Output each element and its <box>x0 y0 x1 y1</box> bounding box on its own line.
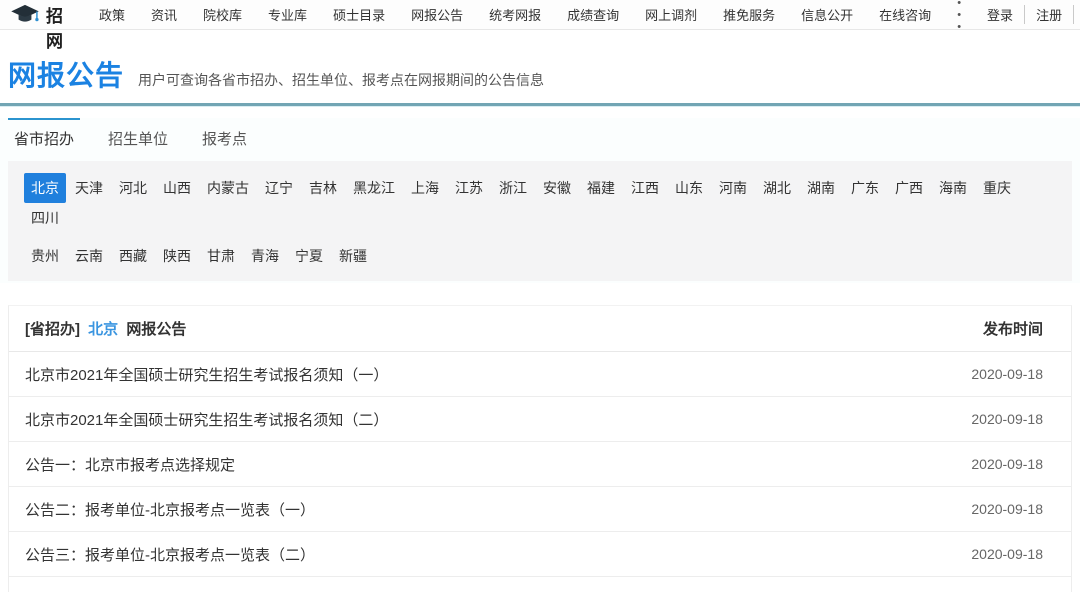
province-row-2: 贵州 云南 西藏 陕西 甘肃 青海 宁夏 新疆 <box>24 241 1056 271</box>
province-row-1: 北京 天津 河北 山西 内蒙古 辽宁 吉林 黑龙江 上海 江苏 浙江 安徽 福建… <box>24 173 1056 233</box>
category-tab[interactable]: 招生单位 <box>102 118 174 159</box>
nav-item[interactable]: 专业库 <box>255 5 320 24</box>
table-row: 公告三：报考单位-北京报考点一览表（二） 2020-09-18 <box>9 532 1071 577</box>
province-item[interactable]: 宁夏 <box>288 241 330 271</box>
nav-item[interactable]: 信息公开 <box>788 5 866 24</box>
province-item[interactable]: 甘肃 <box>200 241 242 271</box>
main-nav: 政策 资讯 院校库 专业库 硕士目录 网报公告 统考网报 成绩查询 网上调剂 推… <box>86 5 944 24</box>
nav-item[interactable]: 在线咨询 <box>866 5 944 24</box>
site-logo[interactable]: 研招网 <box>10 0 64 52</box>
province-item[interactable]: 西藏 <box>112 241 154 271</box>
logo-text: 研招网 <box>46 0 64 51</box>
province-item[interactable]: 贵州 <box>24 241 66 271</box>
announcement-date: 2020-09-18 <box>971 366 1043 382</box>
announcement-date: 2020-09-18 <box>971 456 1043 472</box>
account-links: 登录 注册 帮助中心 <box>976 5 1080 24</box>
page-header: 网报公告 用户可查询各省市招办、招生单位、报考点在网报期间的公告信息 <box>0 30 1080 103</box>
nav-item[interactable]: 网上调剂 <box>632 5 710 24</box>
announcement-table-header: [省招办] 北京 网报公告 发布时间 <box>9 306 1071 352</box>
table-row: 公告二：报考单位-北京报考点一览表（一） 2020-09-18 <box>9 487 1071 532</box>
province-item[interactable]: 天津 <box>68 173 110 203</box>
province-item[interactable]: 新疆 <box>332 241 374 271</box>
province-item[interactable]: 重庆 <box>976 173 1018 203</box>
publish-date-column-header: 发布时间 <box>982 321 1043 338</box>
province-item[interactable]: 广西 <box>888 173 930 203</box>
announcement-table: [省招办] 北京 网报公告 发布时间 北京市2021年全国硕士研究生招生考试报名… <box>8 305 1072 592</box>
province-item[interactable]: 江苏 <box>448 173 490 203</box>
province-item[interactable]: 北京 <box>24 173 66 203</box>
province-item[interactable]: 山西 <box>156 173 198 203</box>
announcement-title-link[interactable]: 北京市2021年全国硕士研究生招生考试报名须知（一） <box>25 364 388 385</box>
announcement-date: 2020-09-18 <box>971 501 1043 517</box>
header-divider <box>0 103 1080 106</box>
province-item[interactable]: 内蒙古 <box>200 173 256 203</box>
category-tab[interactable]: 报考点 <box>196 118 253 159</box>
province-item[interactable]: 湖南 <box>800 173 842 203</box>
account-link[interactable]: 帮助中心 <box>1073 5 1080 24</box>
table-title-prefix: [省招办] <box>25 321 80 338</box>
nav-more-icon[interactable]: • • • <box>944 0 976 33</box>
topbar: 研招网 政策 资讯 院校库 专业库 硕士目录 网报公告 统考网报 成绩查询 网上… <box>0 0 1080 51</box>
nav-item[interactable]: 硕士目录 <box>320 5 398 24</box>
graduation-cap-icon <box>10 4 40 26</box>
table-row: 北京市2021年全国硕士研究生招生考试报名须知（一） 2020-09-18 <box>9 352 1071 397</box>
province-item[interactable]: 吉林 <box>302 173 344 203</box>
category-tabs: 省市招办 招生单位 报考点 <box>0 118 1080 159</box>
province-item[interactable]: 江西 <box>624 173 666 203</box>
account-link[interactable]: 注册 <box>1024 5 1073 24</box>
province-item[interactable]: 广东 <box>844 173 886 203</box>
page-subtitle: 用户可查询各省市招办、招生单位、报考点在网报期间的公告信息 <box>138 72 545 88</box>
province-item[interactable]: 四川 <box>24 203 66 233</box>
announcement-date: 2020-09-18 <box>971 411 1043 427</box>
province-item[interactable]: 上海 <box>404 173 446 203</box>
table-row: 北京市2021年全国硕士研究生招生考试报名须知（二） 2020-09-18 <box>9 397 1071 442</box>
province-item[interactable]: 辽宁 <box>258 173 300 203</box>
table-title-suffix: 网报公告 <box>126 321 187 338</box>
province-item[interactable]: 海南 <box>932 173 974 203</box>
table-row: 公告一：北京市报考点选择规定 2020-09-18 <box>9 442 1071 487</box>
province-item[interactable]: 山东 <box>668 173 710 203</box>
announcement-date: 2020-09-18 <box>971 546 1043 562</box>
nav-item[interactable]: 院校库 <box>190 5 255 24</box>
account-link[interactable]: 登录 <box>976 5 1024 24</box>
announcement-title-link[interactable]: 公告二：报考单位-北京报考点一览表（一） <box>25 499 315 520</box>
page-title: 网报公告 <box>8 60 125 91</box>
province-item[interactable]: 云南 <box>68 241 110 271</box>
province-item[interactable]: 青海 <box>244 241 286 271</box>
announcement-table-title: [省招办] 北京 网报公告 <box>25 318 186 339</box>
announcement-title-link[interactable]: 公告一：北京市报考点选择规定 <box>25 454 235 475</box>
nav-item[interactable]: 推免服务 <box>710 5 788 24</box>
province-panel: 北京 天津 河北 山西 内蒙古 辽宁 吉林 黑龙江 上海 江苏 浙江 安徽 福建… <box>8 161 1072 281</box>
table-title-region-link[interactable]: 北京 <box>88 321 118 338</box>
nav-item[interactable]: 资讯 <box>138 5 190 24</box>
province-item[interactable]: 河北 <box>112 173 154 203</box>
province-item[interactable]: 河南 <box>712 173 754 203</box>
province-item[interactable]: 安徽 <box>536 173 578 203</box>
announcement-rows: 北京市2021年全国硕士研究生招生考试报名须知（一） 2020-09-18 北京… <box>9 352 1071 592</box>
nav-item[interactable]: 统考网报 <box>476 5 554 24</box>
nav-item[interactable]: 政策 <box>86 5 138 24</box>
province-item[interactable]: 黑龙江 <box>346 173 402 203</box>
nav-item[interactable]: 网报公告 <box>398 5 476 24</box>
announcement-title-link[interactable]: 公告三：报考单位-北京报考点一览表（二） <box>25 544 315 565</box>
table-row: 公告四：报考单位-北京报考点一览表（三） 2020-09-18 <box>9 577 1071 592</box>
province-item[interactable]: 福建 <box>580 173 622 203</box>
province-item[interactable]: 陕西 <box>156 241 198 271</box>
province-item[interactable]: 浙江 <box>492 173 534 203</box>
announcement-title-link[interactable]: 北京市2021年全国硕士研究生招生考试报名须知（二） <box>25 409 388 430</box>
nav-item[interactable]: 成绩查询 <box>554 5 632 24</box>
province-item[interactable]: 湖北 <box>756 173 798 203</box>
content-band: 省市招办 招生单位 报考点 北京 天津 河北 山西 内蒙古 辽宁 吉林 黑龙江 … <box>0 118 1080 283</box>
category-tab[interactable]: 省市招办 <box>8 118 81 159</box>
